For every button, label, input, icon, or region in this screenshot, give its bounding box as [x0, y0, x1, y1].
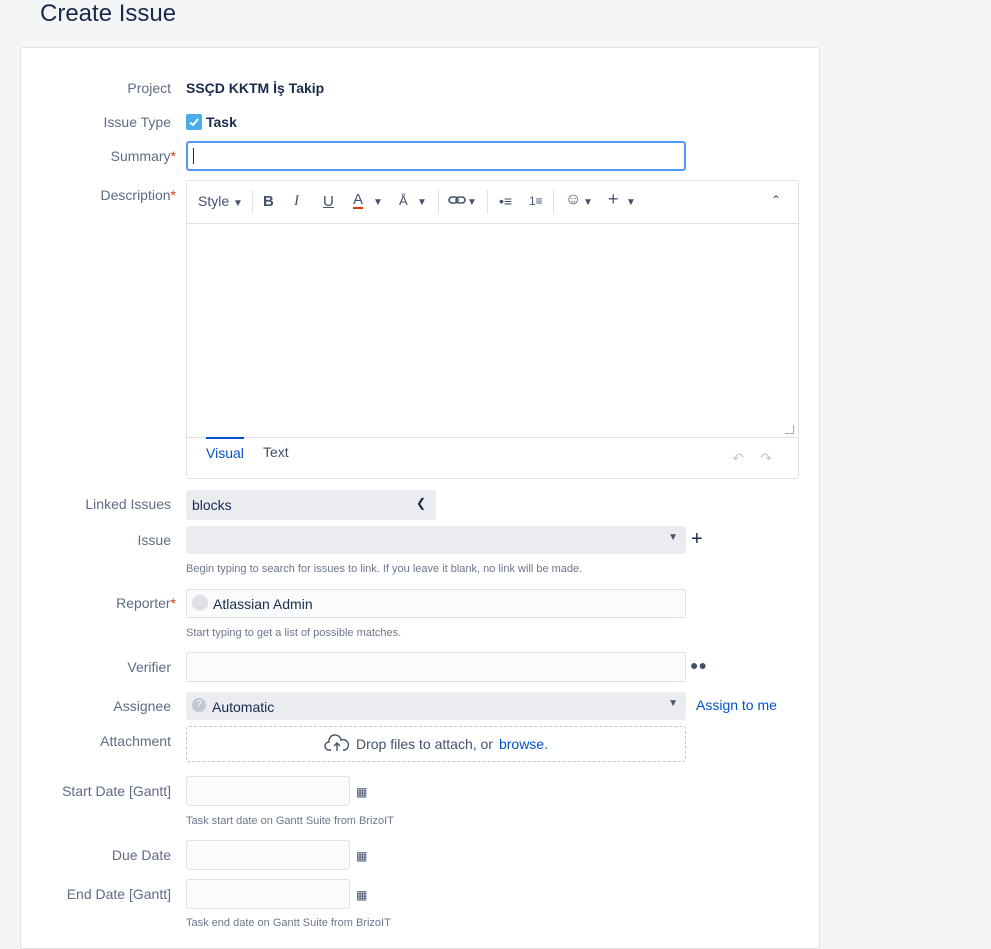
bullet-list-icon[interactable]: •≡	[499, 193, 512, 209]
end-date-label: End Date [Gantt]	[66, 886, 171, 902]
toolbar-divider	[553, 190, 554, 214]
summary-label: Summary*	[110, 148, 176, 164]
toolbar-divider	[438, 190, 439, 214]
linked-issues-value: blocks	[192, 497, 232, 513]
emoji-icon[interactable]: ☺	[565, 191, 581, 209]
due-date-input[interactable]	[186, 840, 350, 870]
chevron-down-icon: ▼	[668, 532, 678, 543]
assign-to-me-link[interactable]: Assign to me	[696, 697, 777, 713]
insert-icon[interactable]: +	[608, 189, 619, 210]
chevron-down-icon: ▼	[233, 198, 243, 209]
tab-visual[interactable]: Visual	[206, 437, 244, 467]
calendar-icon[interactable]: ▦	[356, 849, 367, 863]
underline-icon[interactable]: U	[323, 193, 334, 210]
reporter-field[interactable]: Atlassian Admin	[186, 589, 686, 618]
start-date-input[interactable]	[186, 776, 350, 806]
start-date-label: Start Date [Gantt]	[62, 783, 171, 799]
verifier-label: Verifier	[127, 659, 171, 675]
issue-type-value: Task	[206, 114, 237, 130]
chevron-down-icon[interactable]: ▼	[467, 197, 477, 208]
chevron-down-icon[interactable]: ▼	[583, 197, 593, 208]
browse-link[interactable]: browse.	[499, 736, 548, 752]
verifier-field[interactable]	[186, 652, 686, 682]
calendar-icon[interactable]: ▦	[356, 785, 367, 799]
project-value: SSÇD KKTM İş Takip	[186, 80, 325, 96]
issue-label: Issue	[137, 532, 171, 548]
redo-icon[interactable]: ↷	[760, 450, 772, 467]
attachment-dropzone[interactable]: Drop files to attach, or browse.	[186, 726, 686, 762]
issue-type-select[interactable]: Task	[186, 114, 237, 130]
toolbar-divider	[487, 190, 488, 214]
calendar-icon[interactable]: ▦	[356, 888, 367, 902]
start-date-help-text: Task start date on Gantt Suite from Briz…	[186, 815, 394, 827]
add-issue-link-icon[interactable]: +	[691, 528, 703, 551]
description-editor[interactable]: Style ▼ B I U A ▼ Å ▼ ▼ •≡ 1≡ ☺ ▼ + ▼ ⌃…	[186, 180, 799, 479]
link-icon[interactable]	[448, 193, 466, 211]
assignee-value: Automatic	[212, 699, 275, 715]
text-caret	[193, 148, 194, 164]
attachment-label: Attachment	[100, 733, 171, 749]
editor-content-area[interactable]	[187, 224, 798, 437]
drop-text: Drop files to attach, or	[356, 736, 493, 752]
assignee-select[interactable]: ? Automatic ▼	[186, 692, 686, 720]
undo-icon[interactable]: ↶	[732, 450, 744, 467]
chevron-down-icon: ▼	[668, 698, 678, 709]
assignee-label: Assignee	[113, 698, 171, 714]
chevron-down-icon[interactable]: ▼	[417, 197, 427, 208]
end-date-input[interactable]	[186, 879, 350, 909]
editor-toolbar: Style ▼ B I U A ▼ Å ▼ ▼ •≡ 1≡ ☺ ▼ + ▼ ⌃	[187, 181, 798, 224]
bold-icon[interactable]: B	[263, 193, 274, 210]
numbered-list-icon[interactable]: 1≡	[529, 194, 543, 208]
group-picker-icon[interactable]: ●●	[690, 657, 707, 673]
summary-input[interactable]	[186, 141, 686, 171]
text-format-icon[interactable]: Å	[399, 193, 408, 208]
issue-type-label: Issue Type	[103, 114, 171, 130]
linked-issues-label: Linked Issues	[85, 496, 171, 512]
reporter-value: Atlassian Admin	[213, 596, 313, 612]
collapse-icon[interactable]: ⌃	[771, 193, 781, 207]
chevron-down-icon[interactable]: ▼	[373, 197, 383, 208]
end-date-help-text: Task end date on Gantt Suite from BrizoI…	[186, 917, 391, 929]
page-title: Create Issue	[40, 0, 177, 27]
chevron-down-icon[interactable]: ▼	[626, 197, 636, 208]
linked-issues-select[interactable]: blocks ❮	[186, 490, 436, 520]
issue-help-text: Begin typing to search for issues to lin…	[186, 563, 583, 575]
style-dropdown[interactable]: Style ▼	[198, 193, 243, 209]
toolbar-divider	[252, 190, 253, 214]
issue-picker[interactable]: ▼	[186, 526, 686, 554]
avatar	[192, 595, 208, 611]
task-icon	[186, 114, 202, 130]
tab-text[interactable]: Text	[263, 444, 289, 466]
automatic-assignee-icon: ?	[192, 698, 206, 712]
editor-mode-tabs: Visual Text ↶ ↷	[187, 437, 798, 478]
due-date-label: Due Date	[111, 847, 171, 863]
resize-handle[interactable]	[785, 425, 794, 434]
description-label: Description*	[100, 187, 176, 203]
project-label: Project	[127, 80, 171, 96]
italic-icon[interactable]: I	[294, 193, 299, 210]
cloud-upload-icon	[324, 733, 350, 755]
text-color-icon[interactable]: A	[353, 192, 364, 209]
reporter-help-text: Start typing to get a list of possible m…	[186, 627, 402, 639]
chevron-down-icon: ❮	[415, 496, 426, 510]
reporter-label: Reporter*	[116, 595, 176, 611]
